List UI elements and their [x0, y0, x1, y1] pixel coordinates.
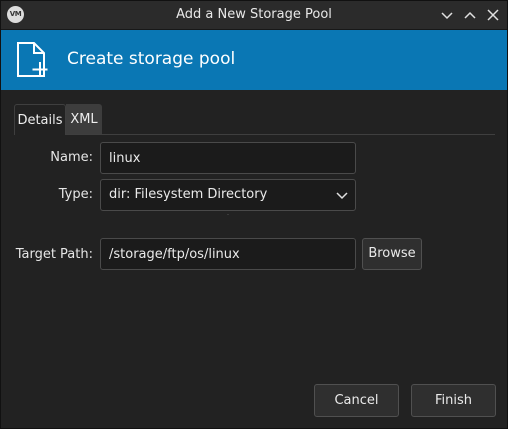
type-label: Type:: [58, 187, 93, 202]
divider-dot: [227, 214, 229, 215]
title-bar[interactable]: VM Add a New Storage Pool: [1, 1, 507, 30]
name-input[interactable]: [100, 142, 356, 174]
finish-button[interactable]: Finish: [411, 384, 496, 417]
close-button[interactable]: [483, 5, 503, 25]
chevron-down-icon: [336, 192, 348, 200]
tab-details[interactable]: Details: [14, 104, 66, 135]
dialog-window: VM Add a New Storage Pool Create storage…: [0, 0, 508, 429]
chevron-down-icon: [441, 12, 453, 20]
browse-button[interactable]: Browse: [362, 238, 422, 270]
new-document-icon: [17, 42, 48, 77]
header-banner: Create storage pool: [1, 30, 507, 90]
cancel-button[interactable]: Cancel: [314, 384, 399, 417]
name-label: Name:: [50, 150, 93, 165]
window-title: Add a New Storage Pool: [176, 7, 332, 22]
minimize-button[interactable]: [437, 5, 457, 25]
close-icon: [487, 9, 499, 21]
type-select-value: dir: Filesystem Directory: [109, 187, 268, 202]
header-title: Create storage pool: [67, 49, 236, 69]
chevron-up-icon: [464, 11, 476, 19]
maximize-button[interactable]: [460, 5, 480, 25]
target-path-label: Target Path:: [15, 247, 93, 262]
tab-divider: [66, 134, 495, 135]
tab-xml[interactable]: XML: [66, 104, 102, 135]
type-select[interactable]: dir: Filesystem Directory: [100, 179, 356, 211]
target-path-input[interactable]: [100, 238, 356, 270]
